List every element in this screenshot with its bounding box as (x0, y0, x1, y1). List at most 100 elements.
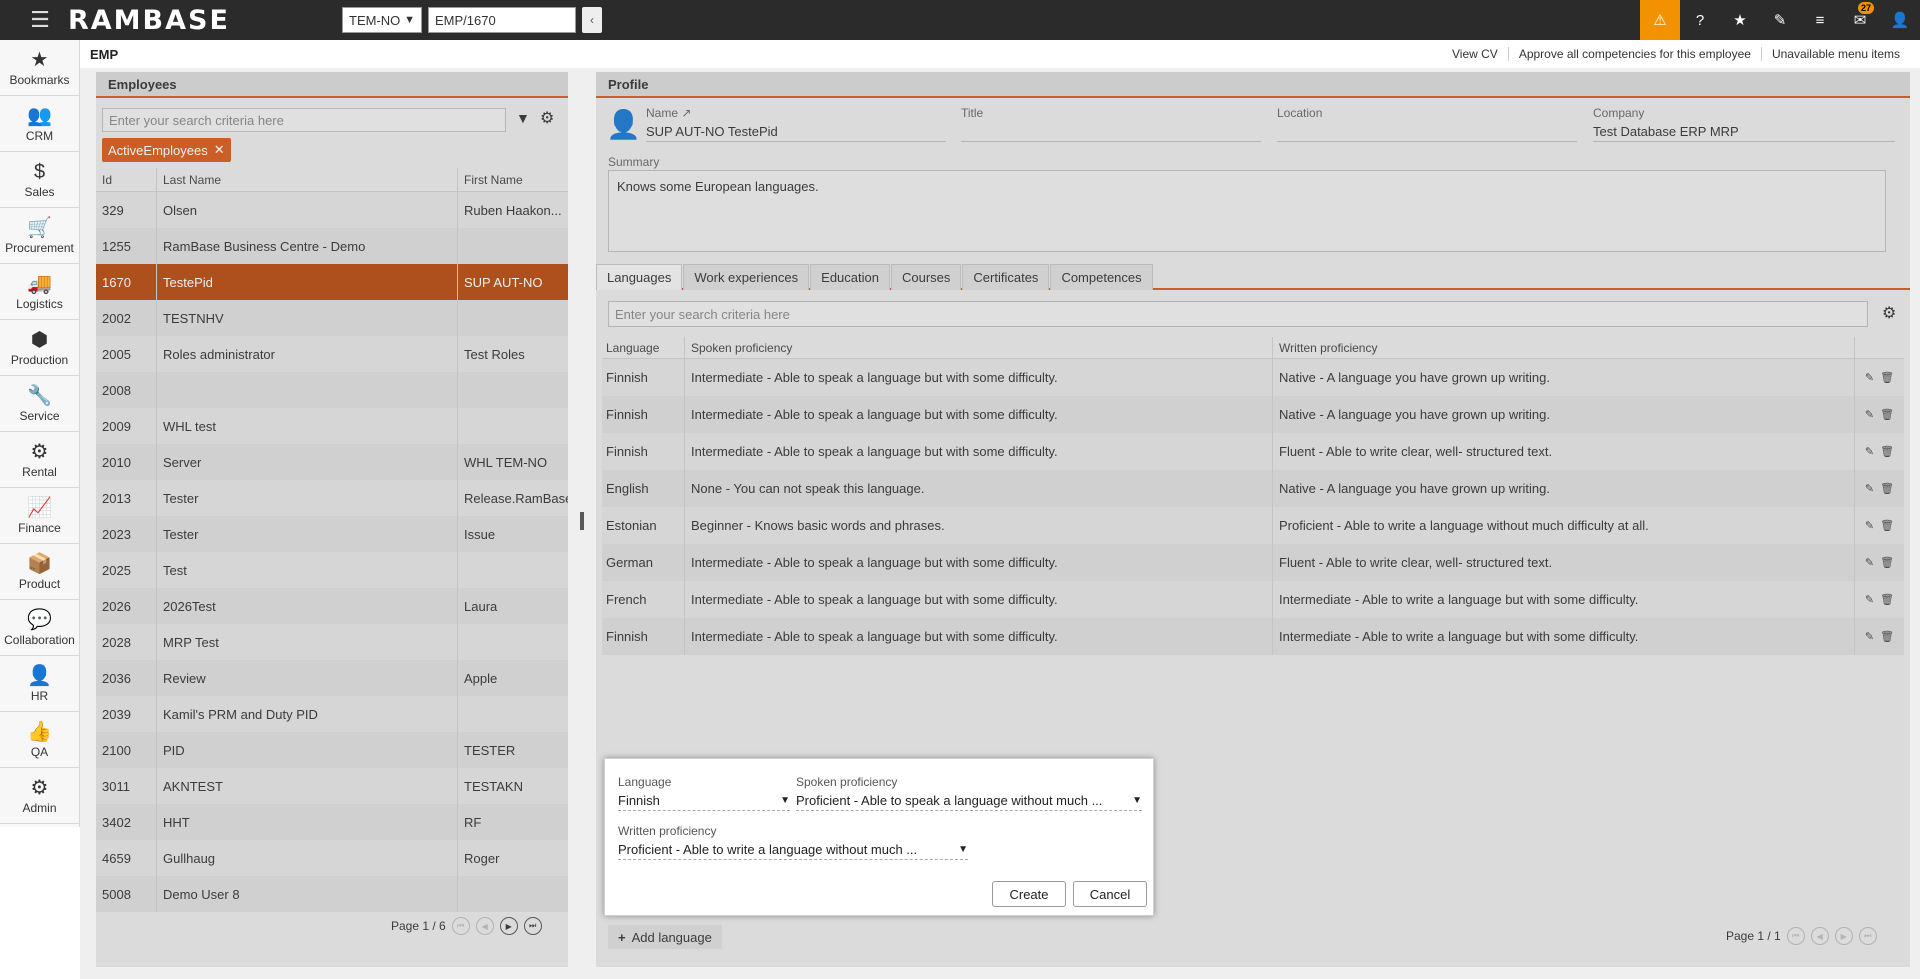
close-icon[interactable]: ✕ (214, 142, 225, 158)
paperclip-icon[interactable]: ✎ (1760, 0, 1800, 40)
table-row[interactable]: Estonian Beginner - Knows basic words and… (602, 507, 1904, 544)
prev-page-icon[interactable]: ◀ (475, 917, 494, 935)
last-page-icon[interactable]: ⏭ (1858, 927, 1877, 945)
tab-certificates[interactable]: Certificates (962, 264, 1050, 290)
table-row[interactable]: 2009 WHL test (96, 408, 568, 444)
gear-icon[interactable]: ⚙ (540, 108, 554, 128)
star-icon[interactable]: ★ (1720, 0, 1760, 40)
spoken-proficiency-select[interactable]: Proficient - Able to speak a language wi… (796, 789, 1142, 811)
trash-icon[interactable]: 🗑 (1880, 482, 1894, 495)
summary-textarea[interactable]: Knows some European languages. (608, 170, 1886, 252)
panel-splitter[interactable] (580, 512, 584, 530)
nav-item-bookmarks[interactable]: ★ Bookmarks (0, 40, 79, 96)
nav-item-finance[interactable]: 📈 Finance (0, 488, 79, 544)
table-row[interactable]: 2028 MRP Test (96, 624, 568, 660)
table-row[interactable]: 2025 Test (96, 552, 568, 588)
nav-item-qa[interactable]: 👍 QA (0, 712, 79, 768)
filter-icon[interactable]: ▼ (516, 110, 530, 126)
table-row[interactable]: 2008 (96, 372, 568, 408)
nav-item-rental[interactable]: ⚙ Rental (0, 432, 79, 488)
mail-icon[interactable]: ✉ 27 (1840, 0, 1880, 40)
table-row[interactable]: 1255 RamBase Business Centre - Demo (96, 228, 568, 264)
nav-item-procurement[interactable]: 🛒 Procurement (0, 208, 79, 264)
tab-languages[interactable]: Languages (596, 264, 683, 290)
employee-search-input[interactable]: Enter your search criteria here (102, 108, 506, 132)
table-row[interactable]: 3011 AKNTEST TESTAKN (96, 768, 568, 804)
tab-work-experiences[interactable]: Work experiences (683, 264, 810, 290)
table-row[interactable]: 5008 Demo User 8 (96, 876, 568, 912)
nav-item-service[interactable]: 🔧 Service (0, 376, 79, 432)
table-row[interactable]: 2010 Server WHL TEM-NO (96, 444, 568, 480)
table-row[interactable]: 2100 PID TESTER (96, 732, 568, 768)
table-row[interactable]: 329 Olsen Ruben Haakon... (96, 192, 568, 228)
table-row[interactable]: Finnish Intermediate - Able to speak a la… (602, 396, 1904, 433)
table-row[interactable]: English None - You can not speak this lan… (602, 470, 1904, 507)
company-select[interactable]: TEM-NO ▼ (342, 7, 422, 33)
trash-icon[interactable]: 🗑 (1880, 593, 1894, 606)
first-page-icon[interactable]: ⏮ (1786, 927, 1805, 945)
written-proficiency-select[interactable]: Proficient - Able to write a language wi… (618, 838, 968, 860)
nav-item-product[interactable]: 📦 Product (0, 544, 79, 600)
external-link-icon[interactable]: ↗ (681, 106, 691, 120)
edit-icon[interactable]: ✎ (1865, 593, 1874, 606)
tab-education[interactable]: Education (810, 264, 890, 290)
edit-icon[interactable]: ✎ (1865, 445, 1874, 458)
gear-icon[interactable]: ⚙ (1882, 303, 1896, 323)
col-language[interactable]: Language (602, 341, 684, 355)
edit-icon[interactable]: ✎ (1865, 371, 1874, 384)
table-row[interactable]: 2005 Roles administrator Test Roles (96, 336, 568, 372)
table-row[interactable]: 2002 TESTNHV (96, 300, 568, 336)
nav-item-hr[interactable]: 👤 HR (0, 656, 79, 712)
trash-icon[interactable]: 🗑 (1880, 556, 1894, 569)
edit-icon[interactable]: ✎ (1865, 482, 1874, 495)
table-row[interactable]: German Intermediate - Able to speak a lan… (602, 544, 1904, 581)
table-row[interactable]: Finnish Intermediate - Able to speak a la… (602, 359, 1904, 396)
filter-chip[interactable]: ActiveEmployees ✕ (102, 138, 231, 162)
tab-competences[interactable]: Competences (1050, 264, 1153, 290)
nav-item-logistics[interactable]: 🚚 Logistics (0, 264, 79, 320)
col-spoken[interactable]: Spoken proficiency (684, 337, 1272, 358)
list-icon[interactable]: ≡ (1800, 0, 1840, 40)
last-page-icon[interactable]: ⏭ (523, 917, 542, 935)
object-input[interactable]: EMP/1670 (428, 7, 576, 33)
table-row[interactable]: 2023 Tester Issue (96, 516, 568, 552)
col-last-name[interactable]: Last Name (156, 168, 457, 191)
add-language-button[interactable]: + Add language (608, 925, 722, 949)
user-icon[interactable]: 👤 (1880, 0, 1920, 40)
col-written[interactable]: Written proficiency (1272, 337, 1854, 358)
nav-item-admin[interactable]: ⚙ Admin (0, 768, 79, 824)
approve-competencies-link[interactable]: Approve all competencies for this employ… (1507, 47, 1761, 61)
prev-page-icon[interactable]: ◀ (1810, 927, 1829, 945)
nav-item-crm[interactable]: 👥 CRM (0, 96, 79, 152)
language-search-input[interactable]: Enter your search criteria here (608, 301, 1868, 327)
table-row[interactable]: 2026 2026Test Laura (96, 588, 568, 624)
next-page-icon[interactable]: ▶ (499, 917, 518, 935)
table-row[interactable]: 2036 Review Apple (96, 660, 568, 696)
create-button[interactable]: Create (992, 881, 1066, 907)
table-row[interactable]: 1670 TestePid SUP AUT-NO (96, 264, 568, 300)
edit-icon[interactable]: ✎ (1865, 408, 1874, 421)
edit-icon[interactable]: ✎ (1865, 630, 1874, 643)
trash-icon[interactable]: 🗑 (1880, 519, 1894, 532)
trash-icon[interactable]: 🗑 (1880, 630, 1894, 643)
nav-item-collaboration[interactable]: 💬 Collaboration (0, 600, 79, 656)
trash-icon[interactable]: 🗑 (1880, 445, 1894, 458)
language-select[interactable]: Finnish ▼ (618, 789, 790, 811)
edit-icon[interactable]: ✎ (1865, 556, 1874, 569)
view-cv-link[interactable]: View CV (1442, 47, 1508, 61)
help-icon[interactable]: ? (1680, 0, 1720, 40)
trash-icon[interactable]: 🗑 (1880, 371, 1894, 384)
tab-courses[interactable]: Courses (890, 264, 962, 290)
chevron-left-icon[interactable]: ‹ (582, 7, 602, 33)
table-row[interactable]: French Intermediate - Able to speak a lan… (602, 581, 1904, 618)
first-page-icon[interactable]: ⏮ (451, 917, 470, 935)
table-row[interactable]: 2039 Kamil's PRM and Duty PID (96, 696, 568, 732)
menu-icon[interactable]: ☰ (20, 0, 60, 40)
unavailable-menu-items-link[interactable]: Unavailable menu items (1760, 47, 1910, 61)
table-row[interactable]: 3402 HHT RF (96, 804, 568, 840)
trash-icon[interactable]: 🗑 (1880, 408, 1894, 421)
col-first-name[interactable]: First Name (457, 168, 568, 191)
nav-item-sales[interactable]: $ Sales (0, 152, 79, 208)
table-row[interactable]: Finnish Intermediate - Able to speak a la… (602, 618, 1904, 655)
next-page-icon[interactable]: ▶ (1834, 927, 1853, 945)
